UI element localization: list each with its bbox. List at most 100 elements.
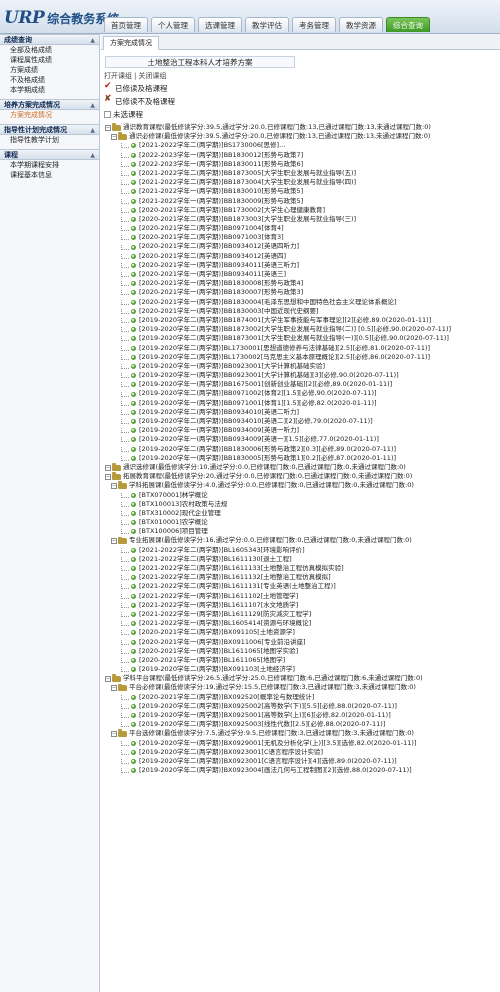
tree-course-row[interactable]: [2019-2020学年二(两学期)]BB1830006[形势与政策2][0.3… — [101, 445, 500, 454]
tree-course-row[interactable]: [2019-2020学年二(两学期)]BX0925002[高等数学(下)][5.… — [101, 702, 500, 711]
collapse-toggle-icon[interactable]: − — [105, 464, 111, 471]
tree-group-row[interactable]: − 拓展教育课程(最低修读学分:20,通过学分:0.0,已修课程门数:0,已通过课… — [101, 472, 500, 481]
tree-course-row[interactable]: [2019-2020学年一(两学期)]BB0934009[英语一听力] — [101, 426, 500, 435]
tree-course-row[interactable]: [BTX100006]项目管理 — [101, 527, 500, 536]
tree-course-row[interactable]: [2019-2020学年二(两学期)]BB1873002[大学生职业发展与就业指… — [101, 325, 500, 334]
tree-course-row[interactable]: [2019-2020学年二(两学期)]BX0923004[画法几何与工程制图][… — [101, 766, 500, 775]
collapse-all-link[interactable]: 关闭课组 — [138, 71, 166, 81]
collapse-toggle-icon[interactable]: − — [111, 685, 117, 692]
tree-course-row[interactable]: [2019-2020学年一(两学期)]BB0934009[英语一][1.5][必… — [101, 435, 500, 444]
tree-course-row[interactable]: [BTX010001]农学概论 — [101, 518, 500, 527]
tree-course-row[interactable]: [2020-2021学年二(两学期)]BB1730002[大学生心理健康教育] — [101, 206, 500, 215]
collapse-toggle-icon[interactable]: − — [105, 124, 111, 131]
tree-course-row[interactable]: [2021-2022学年一(两学期)]BL1611129[防灾减灾工程学] — [101, 610, 500, 619]
tree-group-row[interactable]: − 通识必修课(最低修读学分:39.5,通过学分:20.0,已修课程门数:13,已… — [101, 132, 500, 141]
tree-course-row[interactable]: [2021-2022学年二(两学期)]BB1873004[大学生职业发展与就业指… — [101, 178, 500, 187]
collapse-toggle-icon[interactable]: − — [111, 482, 117, 489]
tree-course-row[interactable]: [2021-2022学年一(两学期)]BL1605414[资源与环境概论] — [101, 619, 500, 628]
tree-course-row[interactable]: [2020-2021学年一(两学期)]BB0934011[英语三] — [101, 270, 500, 279]
tree-course-row[interactable]: [2019-2020学年一(两学期)]BB0923001[大学计算机基础][3]… — [101, 371, 500, 380]
tree-course-row[interactable]: [2019-2020学年一(两学期)]BB1675001[创新创业基础][2][… — [101, 380, 500, 389]
tree-course-row[interactable]: [2021-2022学年二(两学期)]BL1611133[土地整治工程仿真模拟实… — [101, 564, 500, 573]
nav-tab-resources[interactable]: 教学资源 — [339, 17, 383, 32]
tree-course-row[interactable]: [2019-2020学年二(两学期)]BX0923001[C语言程序设计实验] — [101, 748, 500, 757]
tree-course-row[interactable]: [2021-2022学年二(两学期)]BL1611131[专业英语(土地整治工程… — [101, 582, 500, 591]
tree-course-row[interactable]: [2020-2021学年一(两学期)]BB1830003[中国近现代史纲要] — [101, 307, 500, 316]
expand-all-link[interactable]: 打开课组 — [104, 71, 132, 81]
tree-course-row[interactable]: [2021-2022学年一(两学期)]BL1611107[水文地质学] — [101, 601, 500, 610]
tree-course-row[interactable]: [2019-2020学年二(两学期)]BB1873001[大学生职业发展与就业指… — [101, 334, 500, 343]
sidebar-item-plan-grades[interactable]: 方案成绩 — [0, 65, 99, 75]
tree-course-row[interactable]: [2019-2020学年一(两学期)]BX0929001[无机及分析化学(上)]… — [101, 739, 500, 748]
sidebar-item-course-info[interactable]: 课程基本信息 — [0, 170, 99, 180]
tree-course-row[interactable]: [2019-2020学年二(两学期)]BB1874001[大学生军事技能与军事理… — [101, 316, 500, 325]
tree-course-row[interactable]: [2021-2022学年一(两学期)]BB1830009[形势与政策5] — [101, 197, 500, 206]
nav-tab-home[interactable]: 首页管理 — [104, 17, 148, 32]
tree-group-row[interactable]: − 通识选修课(最低修读学分:10,通过学分:0.0,已修课程门数:0,已通过课程… — [101, 463, 500, 472]
tree-group-row[interactable]: − 通识教育课程(最低修读学分:39.5,通过学分:20.0,已修课程门数:13,… — [101, 123, 500, 132]
tree-course-row[interactable]: [2019-2020学年二(两学期)]BX091103[土地经济学] — [101, 665, 500, 674]
collapse-toggle-icon[interactable]: − — [105, 675, 111, 682]
sidebar-item-failed[interactable]: 不及格成绩 — [0, 75, 99, 85]
tree-course-row[interactable]: [2019-2020学年二(两学期)]BX0923001[C语言程序设计][4]… — [101, 757, 500, 766]
tree-course-row[interactable]: [2021-2022学年二(两学期)]BS1730006[思修]... — [101, 141, 500, 150]
tree-course-row[interactable]: [BTX100013]农村政策与法规 — [101, 500, 500, 509]
tree-course-row[interactable]: [2020-2021学年二(两学期)]BB0971004[体育4] — [101, 224, 500, 233]
sidebar-section-guide[interactable]: 指导性计划完成情况 ▲ — [0, 124, 99, 135]
collapse-toggle-icon[interactable]: − — [111, 730, 117, 737]
tree-course-row[interactable]: [2019-2020学年二(两学期)]BL1730001[思想道德修养与法律基础… — [101, 344, 500, 353]
sidebar-section-grades[interactable]: 成绩查询 ▲ — [0, 34, 99, 45]
tree-course-row[interactable]: [2021-2022学年一(两学期)]BL1611102[土地管理学] — [101, 592, 500, 601]
tree-course-row[interactable]: [BTX310002]现代企业管理 — [101, 509, 500, 518]
tree-group-row[interactable]: − 平台必修课(最低修读学分:19,通过学分:15.5,已修课程门数:3,已通过课… — [101, 683, 500, 692]
tree-course-row[interactable]: [2021-2022学年二(两学期)]BB1873005[大学生职业发展与就业指… — [101, 169, 500, 178]
tree-course-row[interactable]: [2021-2022学年二(两学期)]BL1611132[土地整治工程仿真模拟] — [101, 573, 500, 582]
tree-course-row[interactable]: [BTX070001]林学概论 — [101, 491, 500, 500]
tree-group-row[interactable]: − 学科平台课程(最低修读学分:26.5,通过学分:25.0,已修课程门数:6,已… — [101, 674, 500, 683]
tree-course-row[interactable]: [2019-2020学年二(两学期)]BB0934010[英语二听力] — [101, 408, 500, 417]
sidebar-item-this-term[interactable]: 本学期成绩 — [0, 85, 99, 95]
tree-course-row[interactable]: [2020-2021学年一(两学期)]BB1830007[形势与政策3] — [101, 288, 500, 297]
collapse-icon[interactable]: ▲ — [90, 35, 95, 46]
tree-course-row[interactable]: [2019-2020学年一(两学期)]BX0925001[高等数学(上)][6]… — [101, 711, 500, 720]
nav-tab-evaluation[interactable]: 教学评估 — [245, 17, 289, 32]
tree-course-row[interactable]: [2020-2021学年二(两学期)]BB0934012[英语四] — [101, 252, 500, 261]
collapse-toggle-icon[interactable]: − — [111, 133, 117, 140]
tree-course-row[interactable]: [2022-2023学年一(两学期)]BB1830012[形势与政策7] — [101, 151, 500, 160]
nav-tab-query[interactable]: 综合查询 — [386, 17, 430, 32]
sidebar-item-guide-plan[interactable]: 指导性教学计划 — [0, 135, 99, 145]
sidebar-item-schedule[interactable]: 本学期课程安排 — [0, 160, 99, 170]
tree-course-row[interactable]: [2020-2021学年二(两学期)]BB0971003[体育3] — [101, 233, 500, 242]
sidebar-section-plan[interactable]: 培养方案完成情况 ▲ — [0, 99, 99, 110]
tree-course-row[interactable]: [2020-2021学年一(两学期)]BL1611065[地图学] — [101, 656, 500, 665]
tree-course-row[interactable]: [2019-2020学年二(两学期)]BB0934010[英语二][2][必修,… — [101, 417, 500, 426]
tree-group-row[interactable]: − 专业拓展课(最低修读学分:16,通过学分:0.0,已修课程门数:0,已通过课程… — [101, 536, 500, 545]
tree-course-row[interactable]: [2020-2021学年一(两学期)]BB1830008[形势与政策4] — [101, 279, 500, 288]
tree-course-row[interactable]: [2019-2020学年一(两学期)]BB0923001[大学计算机基础实验] — [101, 362, 500, 371]
sidebar-item-all-passed[interactable]: 全部及格成绩 — [0, 45, 99, 55]
tree-course-row[interactable]: [2020-2021学年二(两学期)]BX091105[土地资源学] — [101, 628, 500, 637]
tree-course-row[interactable]: [2021-2022学年二(两学期)]BL1611130[退土工程] — [101, 555, 500, 564]
sidebar-item-plan-completion[interactable]: 方案完成情况 — [0, 110, 99, 120]
tree-course-row[interactable]: [2021-2022学年一(两学期)]BB1830010[形势与政策5] — [101, 187, 500, 196]
tree-course-row[interactable]: [2019-2020学年二(两学期)]BX0925003[线性代数][2.5][… — [101, 720, 500, 729]
tree-group-row[interactable]: − 平台选修课(最低修读学分:7.5,通过学分:9.5,已修课程门数:3,已通过课… — [101, 729, 500, 738]
sidebar-section-courses[interactable]: 课程 ▲ — [0, 149, 99, 160]
sidebar-item-by-attribute[interactable]: 课程属性成绩 — [0, 55, 99, 65]
collapse-icon[interactable]: ▲ — [90, 100, 95, 111]
tree-course-row[interactable]: [2020-2021学年二(两学期)]BB1873003[大学生职业发展与就业指… — [101, 215, 500, 224]
tree-course-row[interactable]: [2020-2021学年一(两学期)]BX0911006[专业前沿讲座] — [101, 638, 500, 647]
collapse-toggle-icon[interactable]: − — [105, 473, 111, 480]
nav-tab-course-selection[interactable]: 选课管理 — [198, 17, 242, 32]
nav-tab-personal[interactable]: 个人管理 — [151, 17, 195, 32]
tree-group-row[interactable]: − 学科拓展课(最低修读学分:4.0,通过学分:0.0,已修课程门数:0,已通过课… — [101, 481, 500, 490]
collapse-icon[interactable]: ▲ — [90, 150, 95, 161]
tree-course-row[interactable]: [2019-2020学年一(两学期)]BB1830005[形势与政策1][0.2… — [101, 454, 500, 463]
nav-tab-exam[interactable]: 考务管理 — [292, 17, 336, 32]
tree-course-row[interactable]: [2019-2020学年一(两学期)]BB0971001[体育1][1.5][必… — [101, 399, 500, 408]
tree-course-row[interactable]: [2019-2020学年二(两学期)]BL1730002[马克思主义基本原理概论… — [101, 353, 500, 362]
tree-course-row[interactable]: [2020-2021学年二(两学期)]BB0934012[英语四听力] — [101, 242, 500, 251]
tab-plan-completion[interactable]: 方案完成情况 — [103, 36, 159, 50]
tree-course-row[interactable]: [2020-2021学年二(两学期)]BX092520[概率论与数理统计] — [101, 693, 500, 702]
tree-course-row[interactable]: [2022-2023学年一(两学期)]BB1830011[形势与政策6] — [101, 160, 500, 169]
